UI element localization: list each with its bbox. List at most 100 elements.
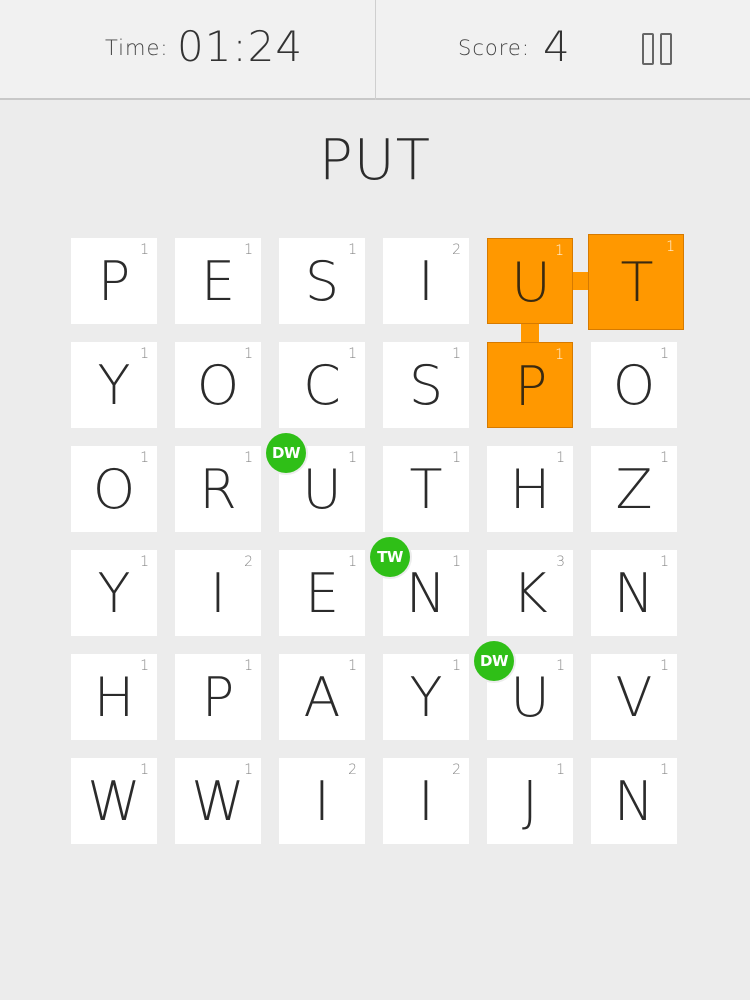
letter-tile[interactable]: T1 (383, 446, 469, 532)
tile-letter: Y (97, 354, 131, 417)
letter-board: P 1 E 1 S 1 I 2 U 1 T 1 Y 1 O 1 C 1 S 1 P 1 O 1 O 1 R 1 U 1 DW T 1 H 1 Z 1 Y 1… (0, 0, 750, 1000)
letter-tile[interactable]: S1 (383, 342, 469, 428)
tile-letter: C (303, 354, 341, 417)
tile-letter: H (93, 666, 135, 729)
letter-tile[interactable]: P1 (71, 238, 157, 324)
letter-tile[interactable]: Y1 (71, 550, 157, 636)
tile-letter: E (200, 250, 236, 313)
tile-letter: V (615, 666, 653, 729)
tile-letter: S (408, 354, 444, 417)
tile-letter: W (191, 770, 245, 833)
letter-tile[interactable]: P1 (175, 654, 261, 740)
tile-points: 1 (244, 762, 253, 778)
letter-tile[interactable]: O1 (591, 342, 677, 428)
letter-tile[interactable]: A1 (279, 654, 365, 740)
tile-points: 1 (452, 658, 461, 674)
letter-tile[interactable]: W1 (71, 758, 157, 844)
tile-letter: Y (97, 562, 131, 625)
tile-points: 1 (556, 450, 565, 466)
tile-letter: T (620, 251, 654, 314)
tile-points: 1 (660, 658, 669, 674)
tile-points: 2 (452, 762, 461, 778)
tile-points: 1 (348, 658, 357, 674)
tile-letter: T (409, 458, 443, 521)
tile-letter: N (613, 770, 655, 833)
tile-points: 2 (244, 554, 253, 570)
letter-tile[interactable]: Z1 (591, 446, 677, 532)
letter-tile[interactable]: N1 (591, 758, 677, 844)
letter-tile[interactable]: E1 (175, 238, 261, 324)
tile-letter: P (514, 355, 548, 418)
tile-letter: I (210, 562, 226, 625)
tile-points: 1 (348, 346, 357, 362)
tile-points: 1 (348, 450, 357, 466)
tile-points: 1 (140, 762, 149, 778)
tile-letter: A (303, 666, 341, 729)
tile-points: 1 (660, 450, 669, 466)
tile-points: 2 (452, 242, 461, 258)
tile-letter: H (509, 458, 551, 521)
letter-tile[interactable]: Y1 (383, 654, 469, 740)
tile-points: 1 (555, 243, 564, 259)
tile-letter: O (92, 458, 136, 521)
letter-tile[interactable]: O1 (71, 446, 157, 532)
letter-tile[interactable]: Y1 (71, 342, 157, 428)
letter-tile-selected[interactable]: U1 (487, 238, 573, 324)
tile-points: 1 (452, 346, 461, 362)
tile-letter: Y (409, 666, 443, 729)
tile-letter: I (418, 770, 434, 833)
letter-tile[interactable]: H1 (487, 446, 573, 532)
tile-letter: J (522, 770, 538, 833)
letter-tile-selected[interactable]: T1 (588, 234, 684, 330)
tile-points: 1 (140, 242, 149, 258)
tile-points: 1 (348, 242, 357, 258)
tile-letter: R (199, 458, 237, 521)
letter-tile[interactable]: E1 (279, 550, 365, 636)
letter-tile-selected[interactable]: P1 (487, 342, 573, 428)
tile-points: 1 (244, 450, 253, 466)
letter-tile[interactable]: K3 (487, 550, 573, 636)
tile-points: 1 (244, 242, 253, 258)
tile-letter: I (418, 250, 434, 313)
tile-letter: U (511, 251, 551, 314)
tile-letter: K (512, 562, 548, 625)
letter-tile[interactable]: O1 (175, 342, 261, 428)
tile-points: 1 (140, 346, 149, 362)
letter-tile[interactable]: W1 (175, 758, 261, 844)
tile-points: 1 (660, 346, 669, 362)
letter-tile[interactable]: I2 (383, 758, 469, 844)
letter-tile[interactable]: I2 (383, 238, 469, 324)
tile-points: 3 (556, 554, 565, 570)
letter-tile[interactable]: I2 (279, 758, 365, 844)
letter-tile[interactable]: C1 (279, 342, 365, 428)
tile-points: 1 (556, 762, 565, 778)
tile-letter: S (304, 250, 340, 313)
tile-points: 1 (452, 450, 461, 466)
tile-points: 1 (140, 658, 149, 674)
letter-tile[interactable]: I2 (175, 550, 261, 636)
tile-points: 1 (140, 554, 149, 570)
tile-letter: I (314, 770, 330, 833)
tile-points: 1 (452, 554, 461, 570)
letter-tile[interactable]: S1 (279, 238, 365, 324)
tile-letter: E (304, 562, 340, 625)
tile-points: 1 (556, 658, 565, 674)
letter-tile[interactable]: R1 (175, 446, 261, 532)
tile-letter: O (196, 354, 240, 417)
tile-points: 1 (140, 450, 149, 466)
letter-tile[interactable]: N1 (591, 550, 677, 636)
tile-letter: W (87, 770, 141, 833)
tile-points: 1 (244, 658, 253, 674)
letter-tile[interactable]: V1 (591, 654, 677, 740)
tile-letter: P (97, 250, 131, 313)
tile-points: 1 (666, 239, 675, 255)
triple-word-badge: TW (370, 537, 410, 577)
double-word-badge: DW (474, 641, 514, 681)
tile-letter: Z (615, 458, 653, 521)
tile-points: 1 (555, 347, 564, 363)
tile-points: 2 (348, 762, 357, 778)
tile-letter: P (201, 666, 235, 729)
tile-letter: O (612, 354, 656, 417)
letter-tile[interactable]: J1 (487, 758, 573, 844)
letter-tile[interactable]: H1 (71, 654, 157, 740)
